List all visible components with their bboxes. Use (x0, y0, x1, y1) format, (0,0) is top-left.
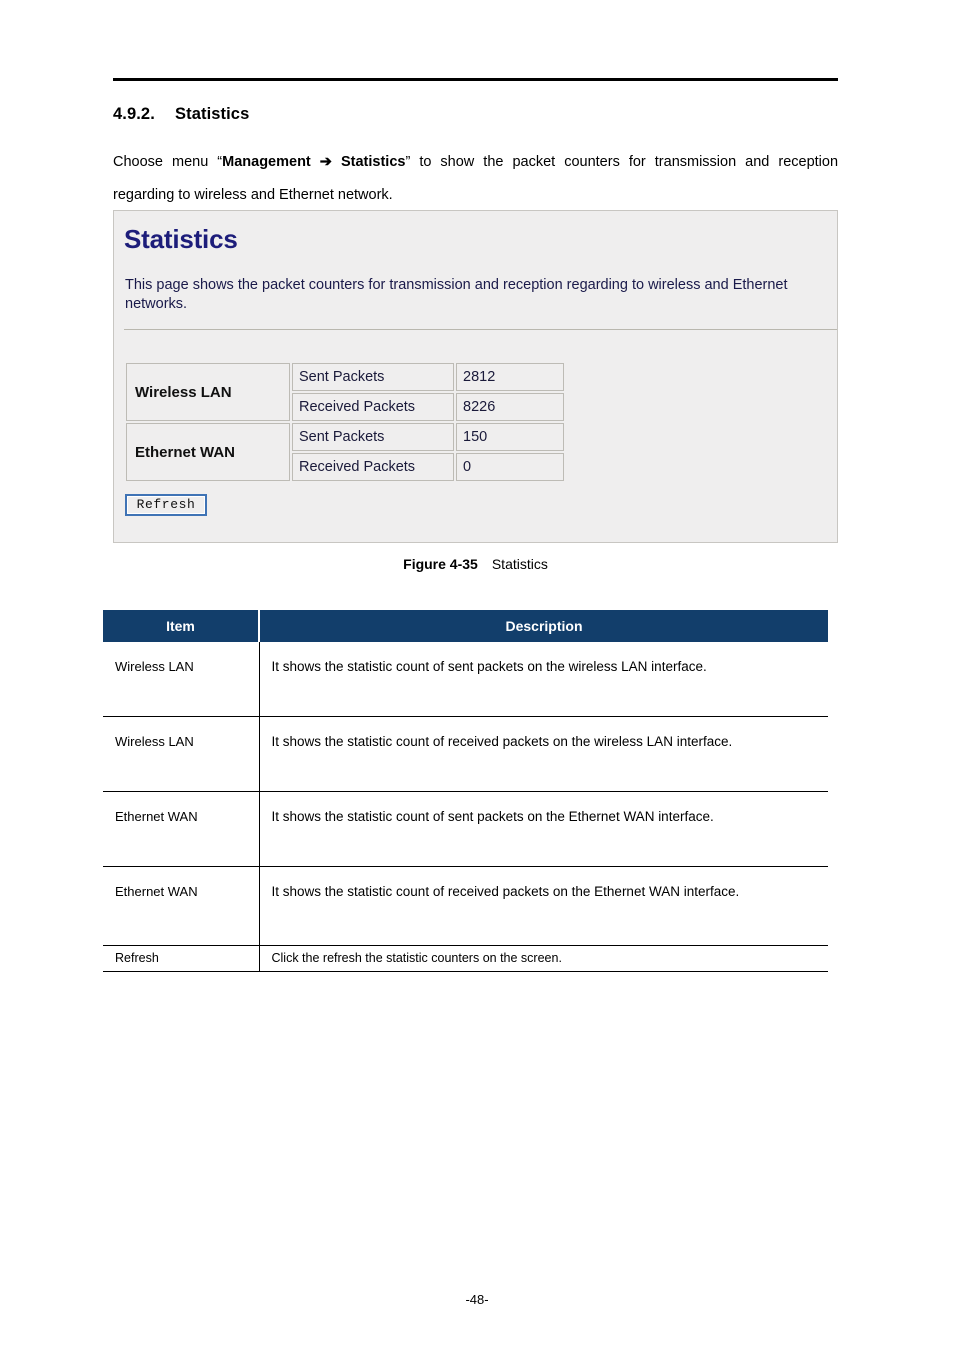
figure-caption-label: Figure 4-35 (403, 556, 478, 572)
counter-label-received-packets-wlan: Received Packets (292, 393, 454, 421)
figure-screenshot: Statistics This page shows the packet co… (113, 210, 838, 543)
table-row: Wireless LAN Sent Packets 2812 (126, 363, 564, 421)
counter-value-received-packets-wan: 0 (456, 453, 564, 481)
refresh-button-label: Refresh (127, 496, 205, 514)
table-row: Wireless LAN It shows the statistic coun… (103, 642, 828, 717)
figure-inner-panel: Statistics This page shows the packet co… (119, 216, 837, 537)
counter-value-received-packets-wlan: 8226 (456, 393, 564, 421)
row-item: Refresh (103, 945, 260, 972)
row-description: It shows the statistic count of received… (259, 866, 828, 946)
arrow-icon: ➔ (319, 154, 332, 170)
counter-label-sent-packets-wan: Sent Packets (292, 423, 454, 451)
intro-paragraph: Choose menu “Management ➔ Statistics” to… (113, 146, 838, 212)
statistics-table: Wireless LAN Sent Packets 2812 Received … (124, 361, 566, 483)
row-item: Wireless LAN (103, 642, 260, 717)
refresh-button[interactable]: Refresh (125, 494, 207, 516)
counter-label-sent-packets-wlan: Sent Packets (292, 363, 454, 391)
table-row: Refresh Click the refresh the statistic … (103, 945, 828, 972)
counter-label-received-packets-wan: Received Packets (292, 453, 454, 481)
row-description: It shows the statistic count of sent pac… (259, 642, 828, 717)
statistics-heading: Statistics (124, 224, 238, 254)
row-description: It shows the statistic count of received… (259, 716, 828, 792)
intro-text-before: Choose menu “ (113, 154, 223, 170)
figure-caption: Figure 4-35 Statistics (113, 556, 838, 572)
page-title: 4.9.2. Statistics (113, 105, 838, 124)
table-row: Wireless LAN It shows the statistic coun… (103, 716, 828, 792)
table-header-row: Item Description (103, 610, 828, 642)
section-title: Statistics (175, 105, 250, 123)
row-description: Click the refresh the statistic counters… (259, 945, 828, 972)
column-header-item: Item (103, 610, 260, 642)
panel-divider (124, 329, 837, 330)
page-footer: -48- (465, 1292, 489, 1307)
interface-label-ethernet-wan: Ethernet WAN (126, 423, 290, 481)
table-row: Ethernet WAN Sent Packets 150 (126, 423, 564, 481)
counter-value-sent-packets-wan: 150 (456, 423, 564, 451)
document-page: 4.9.2. Statistics Choose menu “Management… (0, 0, 954, 1350)
description-table: Item Description Wireless LAN It shows t… (103, 610, 828, 972)
section-number: 4.9.2. (113, 105, 155, 123)
row-description: It shows the statistic count of sent pac… (259, 791, 828, 867)
interface-label-wireless-lan: Wireless LAN (126, 363, 290, 421)
row-item: Wireless LAN (103, 716, 260, 792)
column-header-description: Description (259, 610, 828, 642)
figure-caption-text: Statistics (491, 556, 548, 572)
menu-statistics-label: Statistics (340, 154, 406, 170)
table-row: Ethernet WAN It shows the statistic coun… (103, 791, 828, 867)
table-row: Ethernet WAN It shows the statistic coun… (103, 866, 828, 946)
menu-management-label: Management (222, 154, 311, 170)
counter-value-sent-packets-wlan: 2812 (456, 363, 564, 391)
header-rule (113, 78, 838, 81)
statistics-description: This page shows the packet counters for … (125, 277, 788, 312)
row-item: Ethernet WAN (103, 791, 260, 867)
row-item: Ethernet WAN (103, 866, 260, 946)
